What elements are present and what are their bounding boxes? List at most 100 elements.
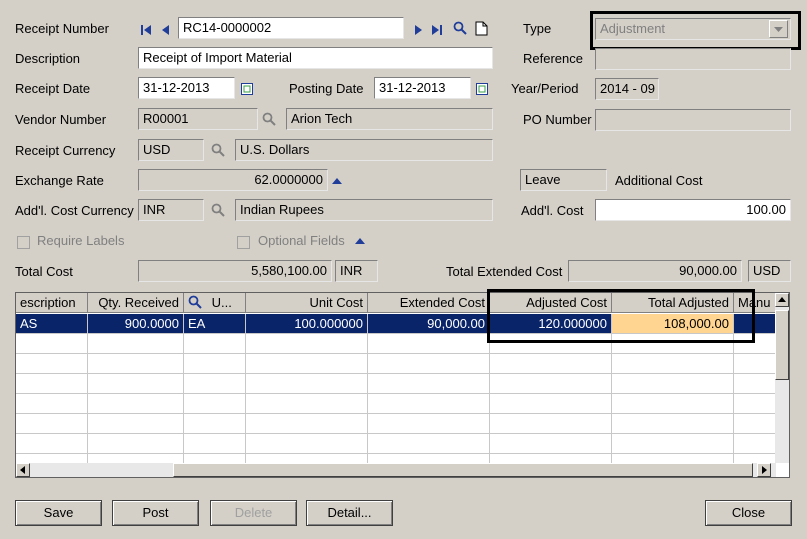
column-header-manufacturer[interactable]: Manu bbox=[734, 293, 776, 313]
table-cell-empty[interactable] bbox=[734, 394, 776, 414]
reference-field[interactable] bbox=[595, 48, 791, 70]
table-cell-empty[interactable] bbox=[88, 414, 184, 434]
table-cell-empty[interactable] bbox=[368, 434, 490, 454]
table-cell-empty[interactable] bbox=[184, 334, 246, 354]
table-cell-empty[interactable] bbox=[16, 414, 88, 434]
scroll-left-button[interactable] bbox=[16, 463, 30, 477]
close-button[interactable]: Close bbox=[705, 500, 792, 526]
receipt-currency-field[interactable]: USD bbox=[138, 139, 204, 161]
vendor-number-field[interactable]: R00001 bbox=[138, 108, 258, 130]
addl-cost-field[interactable]: 100.00 bbox=[595, 199, 791, 221]
column-header-total-adjusted[interactable]: Total Adjusted bbox=[612, 293, 734, 313]
new-document-icon[interactable] bbox=[475, 21, 488, 36]
table-row-empty[interactable] bbox=[16, 434, 776, 454]
vertical-scrollbar[interactable] bbox=[775, 293, 789, 463]
vertical-scroll-thumb[interactable] bbox=[775, 310, 789, 380]
table-cell-empty[interactable] bbox=[612, 414, 734, 434]
table-cell-empty[interactable] bbox=[490, 414, 612, 434]
save-button[interactable]: Save bbox=[15, 500, 102, 526]
horizontal-scroll-thumb[interactable] bbox=[173, 463, 753, 477]
table-cell-empty[interactable] bbox=[246, 394, 368, 414]
table-cell-empty[interactable] bbox=[184, 434, 246, 454]
po-number-field[interactable] bbox=[595, 109, 791, 131]
table-cell-empty[interactable] bbox=[734, 414, 776, 434]
first-record-icon[interactable] bbox=[140, 23, 152, 37]
table-cell-empty[interactable] bbox=[612, 374, 734, 394]
table-cell-empty[interactable] bbox=[88, 374, 184, 394]
table-cell-empty[interactable] bbox=[368, 414, 490, 434]
cell-unit[interactable]: EA bbox=[184, 314, 246, 334]
search-icon[interactable] bbox=[211, 143, 225, 157]
scroll-right-button[interactable] bbox=[757, 463, 771, 477]
table-cell-empty[interactable] bbox=[184, 354, 246, 374]
table-cell-empty[interactable] bbox=[734, 334, 776, 354]
table-cell-empty[interactable] bbox=[16, 354, 88, 374]
table-cell-empty[interactable] bbox=[490, 374, 612, 394]
table-row-empty[interactable] bbox=[16, 334, 776, 354]
optional-fields-checkbox[interactable] bbox=[237, 236, 250, 249]
table-cell-empty[interactable] bbox=[612, 354, 734, 374]
table-cell-empty[interactable] bbox=[246, 354, 368, 374]
cell-adjusted-cost[interactable]: 120.000000 bbox=[490, 314, 612, 334]
table-cell-empty[interactable] bbox=[612, 394, 734, 414]
cell-unit-cost[interactable]: 100.000000 bbox=[246, 314, 368, 334]
table-cell-empty[interactable] bbox=[612, 334, 734, 354]
column-header-qty-received[interactable]: Qty. Received bbox=[88, 293, 184, 313]
previous-record-icon[interactable] bbox=[160, 23, 172, 37]
detail-button[interactable]: Detail... bbox=[306, 500, 393, 526]
table-cell-empty[interactable] bbox=[184, 414, 246, 434]
next-record-icon[interactable] bbox=[412, 23, 424, 37]
table-cell-empty[interactable] bbox=[88, 434, 184, 454]
table-cell-empty[interactable] bbox=[490, 394, 612, 414]
table-cell-empty[interactable] bbox=[490, 334, 612, 354]
column-header-unit-cost[interactable]: Unit Cost bbox=[246, 293, 368, 313]
search-icon[interactable] bbox=[453, 21, 467, 35]
table-row-empty[interactable] bbox=[16, 354, 776, 374]
table-cell-empty[interactable] bbox=[368, 354, 490, 374]
cell-description[interactable]: AS bbox=[16, 314, 88, 334]
table-cell-empty[interactable] bbox=[16, 374, 88, 394]
table-cell-empty[interactable] bbox=[490, 434, 612, 454]
post-button[interactable]: Post bbox=[112, 500, 199, 526]
description-field[interactable]: Receipt of Import Material bbox=[138, 47, 493, 69]
cell-extended-cost[interactable]: 90,000.00 bbox=[368, 314, 490, 334]
table-row-empty[interactable] bbox=[16, 374, 776, 394]
table-cell-empty[interactable] bbox=[246, 414, 368, 434]
posting-date-field[interactable]: 31-12-2013 bbox=[374, 77, 471, 99]
table-cell-empty[interactable] bbox=[88, 394, 184, 414]
table-cell-empty[interactable] bbox=[734, 354, 776, 374]
cell-manufacturer[interactable] bbox=[734, 314, 776, 334]
receipt-date-field[interactable]: 31-12-2013 bbox=[138, 77, 235, 99]
column-header-extended-cost[interactable]: Extended Cost bbox=[368, 293, 490, 313]
table-cell-empty[interactable] bbox=[16, 394, 88, 414]
addl-cost-currency-field[interactable]: INR bbox=[138, 199, 204, 221]
column-header-unit[interactable]: U... bbox=[184, 293, 246, 313]
table-row[interactable]: AS 900.0000 EA 100.000000 90,000.00 120.… bbox=[16, 314, 776, 334]
table-cell-empty[interactable] bbox=[246, 374, 368, 394]
type-dropdown-button[interactable] bbox=[769, 20, 788, 38]
search-icon[interactable] bbox=[211, 203, 225, 217]
table-cell-empty[interactable] bbox=[246, 434, 368, 454]
calendar-icon[interactable] bbox=[476, 83, 488, 95]
type-select[interactable]: Adjustment bbox=[595, 18, 791, 40]
table-cell-empty[interactable] bbox=[16, 434, 88, 454]
triangle-up-icon[interactable] bbox=[331, 176, 343, 185]
table-cell-empty[interactable] bbox=[612, 434, 734, 454]
last-record-icon[interactable] bbox=[431, 23, 443, 37]
cell-qty-received[interactable]: 900.0000 bbox=[88, 314, 184, 334]
receipt-number-field[interactable]: RC14-0000002 bbox=[178, 17, 404, 39]
exchange-rate-field[interactable]: 62.0000000 bbox=[138, 169, 328, 191]
table-cell-empty[interactable] bbox=[16, 334, 88, 354]
table-cell-empty[interactable] bbox=[368, 374, 490, 394]
table-cell-empty[interactable] bbox=[368, 394, 490, 414]
table-row-empty[interactable] bbox=[16, 414, 776, 434]
table-cell-empty[interactable] bbox=[184, 374, 246, 394]
table-row-empty[interactable] bbox=[16, 394, 776, 414]
table-cell-empty[interactable] bbox=[246, 334, 368, 354]
triangle-up-icon[interactable] bbox=[354, 236, 366, 245]
search-icon[interactable] bbox=[188, 295, 202, 309]
delete-button[interactable]: Delete bbox=[210, 500, 297, 526]
column-header-description[interactable]: escription bbox=[16, 293, 88, 313]
horizontal-scrollbar[interactable] bbox=[16, 463, 776, 477]
column-header-adjusted-cost[interactable]: Adjusted Cost bbox=[490, 293, 612, 313]
